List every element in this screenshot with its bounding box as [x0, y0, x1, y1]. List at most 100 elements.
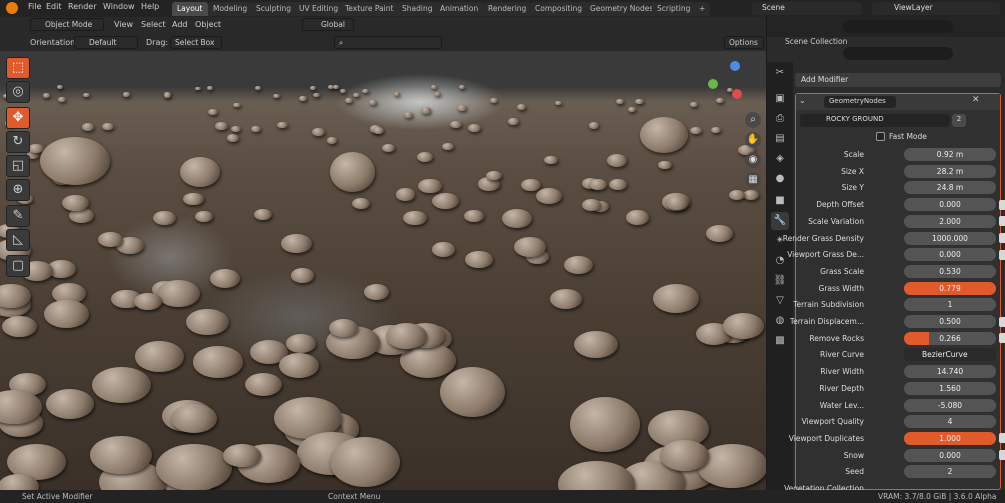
attribute-toggle-icon[interactable] — [999, 216, 1005, 227]
pan-hand-icon[interactable]: ✋ — [745, 132, 761, 148]
users-count[interactable]: 2 — [952, 114, 966, 127]
scene-tab-icon[interactable]: ◈ — [771, 150, 789, 168]
input-field[interactable]: 0.92 m — [904, 148, 996, 161]
options-button[interactable]: Options — [724, 36, 764, 49]
menu-view[interactable]: View — [114, 20, 133, 29]
transform-tool-icon[interactable]: ⊕ — [6, 179, 30, 201]
menu-object[interactable]: Object — [195, 20, 221, 29]
input-field[interactable]: 0.779 — [904, 281, 996, 295]
attribute-toggle-icon[interactable] — [999, 450, 1005, 461]
input-field[interactable]: 14.740 — [904, 365, 996, 379]
fast-mode-checkbox[interactable] — [876, 132, 885, 141]
add-workspace-button[interactable]: + — [694, 2, 711, 16]
input-field[interactable]: 24.8 m — [904, 181, 996, 195]
material-tab-icon[interactable]: ◍ — [771, 312, 789, 330]
move-tool-icon[interactable]: ✥ — [6, 107, 30, 129]
axis-z-icon[interactable] — [732, 89, 742, 99]
tab-rendering[interactable]: Rendering — [483, 2, 532, 16]
viewport-search[interactable]: ⌕ — [334, 36, 442, 49]
attribute-toggle-icon[interactable] — [999, 433, 1005, 444]
constraints-tab-icon[interactable]: ⛓ — [771, 272, 789, 290]
modifier-header[interactable]: ⌄ GeometryNodes ✕ — [796, 94, 1000, 110]
chevron-down-icon[interactable]: ⌄ — [799, 96, 806, 105]
menu-edit[interactable]: Edit — [46, 2, 62, 11]
node-group-field[interactable]: ROCKY GROUND — [800, 114, 950, 127]
input-field[interactable]: 1 — [904, 298, 996, 312]
tab-modeling[interactable]: Modeling — [208, 2, 253, 16]
view-layer-selector[interactable]: ViewLayer — [872, 2, 1000, 15]
drag-selector[interactable]: Select Box — [170, 36, 222, 49]
attribute-toggle-icon[interactable] — [999, 233, 1005, 243]
add-modifier-button[interactable]: Add Modifier — [795, 73, 1001, 87]
input-field[interactable]: 0.266 — [904, 331, 996, 345]
input-field[interactable]: -5.080 — [904, 398, 996, 412]
tab-animation[interactable]: Animation — [435, 2, 484, 16]
scene-selector[interactable]: Scene — [752, 2, 862, 15]
input-field[interactable]: 0.000 — [904, 448, 996, 462]
input-field[interactable]: BezierCurve — [904, 348, 996, 362]
modifier-tab-icon[interactable]: 🔧 — [771, 212, 789, 230]
axis-x-icon[interactable] — [708, 79, 718, 89]
input-field[interactable]: 0.000 — [904, 198, 996, 212]
attribute-toggle-icon[interactable] — [999, 249, 1005, 260]
tab-layout[interactable]: Layout — [172, 2, 208, 16]
properties-search[interactable] — [843, 47, 953, 60]
tab-sculpting[interactable]: Sculpting — [251, 2, 297, 16]
tab-uv-editing[interactable]: UV Editing — [294, 2, 344, 16]
zoom-icon[interactable]: ⌕ — [745, 112, 761, 128]
orientation-selector[interactable]: Default — [74, 36, 138, 49]
input-field[interactable]: 0.000 — [904, 248, 996, 262]
input-field[interactable]: 1000.000 — [904, 231, 996, 245]
tab-shading[interactable]: Shading — [397, 2, 438, 16]
world-tab-icon[interactable]: ● — [771, 170, 789, 188]
measure-tool-icon[interactable]: ◺ — [6, 229, 30, 251]
attribute-toggle-icon[interactable] — [999, 199, 1005, 210]
outliner-search[interactable] — [843, 20, 953, 33]
input-field[interactable]: 28.2 m — [904, 164, 996, 178]
menu-select[interactable]: Select — [141, 20, 166, 29]
perspective-grid-icon[interactable]: ▦ — [745, 172, 761, 188]
input-field[interactable]: 2 — [904, 465, 996, 479]
cursor-tool-icon[interactable]: ◎ — [6, 81, 30, 103]
tab-compositing[interactable]: Compositing — [530, 2, 588, 16]
input-field[interactable]: 0.500 — [904, 315, 996, 328]
menu-add[interactable]: Add — [172, 20, 188, 29]
input-field[interactable]: 1.000 — [904, 431, 996, 445]
tab-texture-paint[interactable]: Texture Paint — [340, 2, 399, 16]
add-cube-tool-icon[interactable]: ▢ — [6, 255, 30, 277]
menu-file[interactable]: File — [28, 2, 41, 11]
axis-y-icon[interactable] — [730, 61, 740, 71]
view-layer-tab-icon[interactable]: ▤ — [771, 130, 789, 148]
input-field[interactable]: 0.530 — [904, 264, 996, 278]
camera-view-icon[interactable]: ◉ — [745, 152, 761, 168]
modifier-name-field[interactable]: GeometryNodes — [824, 96, 896, 108]
menu-window[interactable]: Window — [103, 2, 135, 11]
annotate-tool-icon[interactable]: ✎ — [6, 205, 30, 227]
menu-help[interactable]: Help — [141, 2, 159, 11]
object-tab-icon[interactable]: ■ — [771, 192, 789, 210]
input-field[interactable]: 1.560 — [904, 381, 996, 395]
tab-scripting[interactable]: Scripting — [652, 2, 696, 16]
navigation-gizmo[interactable] — [706, 61, 750, 105]
tab-geometry-nodes[interactable]: Geometry Nodes — [585, 2, 659, 16]
output-tab-icon[interactable]: ⎙ — [771, 110, 789, 128]
menu-render[interactable]: Render — [68, 2, 96, 11]
attribute-toggle-icon[interactable] — [999, 316, 1005, 327]
3d-viewport[interactable]: Object Mode View Select Add Object Globa… — [0, 17, 766, 490]
select-tool-icon[interactable]: ⬚ — [6, 57, 30, 79]
blender-logo-icon[interactable] — [6, 2, 18, 14]
rock — [570, 397, 640, 452]
rotate-tool-icon[interactable]: ↻ — [6, 131, 30, 153]
scale-tool-icon[interactable]: ◱ — [6, 155, 30, 177]
tool-tab-icon[interactable]: ✂ — [771, 64, 789, 82]
attribute-toggle-icon[interactable] — [999, 333, 1005, 344]
data-tab-icon[interactable]: ▽ — [771, 292, 789, 310]
input-field[interactable]: 2.000 — [904, 214, 996, 228]
render-tab-icon[interactable]: ▣ — [771, 90, 789, 108]
transform-orientation-selector[interactable]: Global — [302, 18, 354, 31]
input-field[interactable]: 4 — [904, 415, 996, 429]
outliner-row[interactable]: Scene Collection — [785, 37, 847, 46]
texture-tab-icon[interactable]: ▩ — [771, 332, 789, 350]
mode-selector[interactable]: Object Mode — [30, 18, 104, 31]
close-icon[interactable]: ✕ — [972, 95, 980, 105]
